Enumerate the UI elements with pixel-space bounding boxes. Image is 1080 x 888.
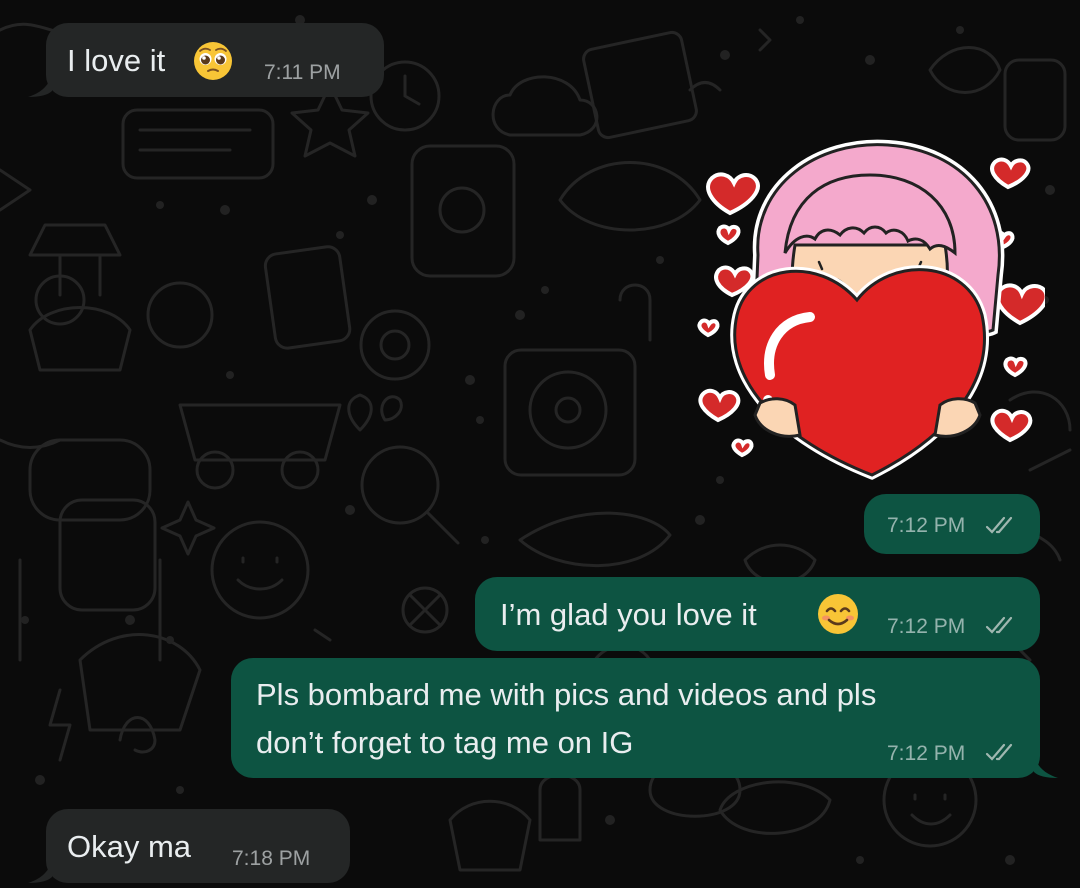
girl-hugging-heart-sticker[interactable]	[690, 135, 1045, 485]
message-text-line-1: Pls bombard me with pics and videos and …	[256, 677, 877, 712]
read-double-check-icon	[985, 743, 1013, 761]
pleading-face-emoji	[194, 42, 232, 80]
smiling-face-emoji	[818, 594, 858, 634]
read-double-check-icon	[985, 616, 1013, 634]
bubble-tail	[1034, 756, 1058, 778]
bubble-tail	[28, 75, 52, 97]
message-time: 7:11 PM	[264, 61, 341, 84]
message-time: 7:12 PM	[887, 615, 966, 638]
sticker-timestamp-pill: 7:12 PM	[864, 494, 1040, 554]
message-text: I’m glad you love it	[500, 597, 757, 632]
message-bubble-outgoing[interactable]: I’m glad you love it 7:12 PM	[475, 577, 1040, 651]
message-bubble-incoming[interactable]: I love it 7:11 PM	[28, 23, 384, 97]
message-bubble-incoming[interactable]: Okay ma 7:18 PM	[28, 809, 350, 883]
message-time: 7:18 PM	[232, 847, 311, 870]
message-text-line-2: don’t forget to tag me on IG	[256, 725, 634, 760]
read-double-check-icon	[985, 516, 1013, 534]
message-text: I love it	[67, 43, 166, 78]
message-text: Okay ma	[67, 829, 192, 864]
bubble-tail	[28, 861, 52, 883]
message-bubble-outgoing[interactable]: Pls bombard me with pics and videos and …	[231, 658, 1058, 778]
message-time: 7:12 PM	[887, 742, 966, 765]
message-time: 7:12 PM	[887, 514, 966, 537]
